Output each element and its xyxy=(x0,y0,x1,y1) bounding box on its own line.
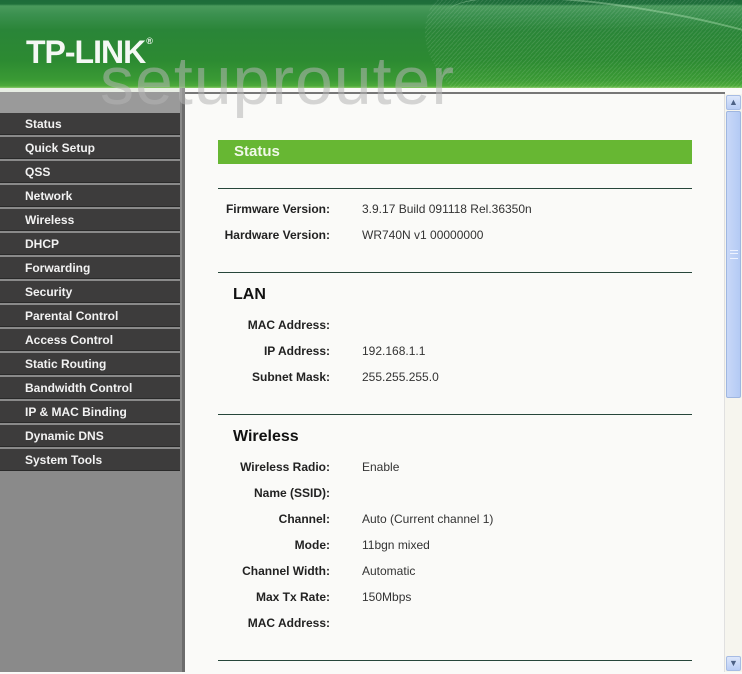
vertical-scrollbar[interactable]: ▲ ▼ xyxy=(724,94,742,672)
sidebar-item-parental-control[interactable]: Parental Control xyxy=(0,305,180,327)
main-content: Status Firmware Version: 3.9.17 Build 09… xyxy=(185,92,725,674)
sidebar-item-access-control[interactable]: Access Control xyxy=(0,329,180,351)
lan-section-title: LAN xyxy=(233,286,266,303)
lan-subnet-value: 255.255.255.0 xyxy=(362,370,439,384)
sidebar-item-static-routing[interactable]: Static Routing xyxy=(0,353,180,375)
firmware-value: 3.9.17 Build 091118 Rel.36350n xyxy=(362,202,532,216)
lan-ip-row: IP Address: 192.168.1.1 xyxy=(218,344,692,360)
sidebar-item-dhcp[interactable]: DHCP xyxy=(0,233,180,255)
lan-mac-label: MAC Address: xyxy=(247,318,330,332)
wireless-radio-row: Wireless Radio: Enable xyxy=(218,460,692,476)
sidebar-item-dynamic-dns[interactable]: Dynamic DNS xyxy=(0,425,180,447)
scroll-down-button[interactable]: ▼ xyxy=(726,656,741,671)
wireless-max-tx-row: Max Tx Rate: 150Mbps xyxy=(218,590,692,606)
hardware-value: WR740N v1 00000000 xyxy=(362,228,484,242)
section-divider xyxy=(218,414,692,415)
chevron-up-icon: ▲ xyxy=(729,97,738,107)
sidebar-item-ip-mac-binding[interactable]: IP & MAC Binding xyxy=(0,401,180,423)
wireless-channel-width-label: Channel Width: xyxy=(242,564,330,578)
header-banner: TP-LINK® xyxy=(0,0,742,88)
page-title: Status xyxy=(218,140,692,164)
sidebar-item-security[interactable]: Security xyxy=(0,281,180,303)
wireless-channel-label: Channel: xyxy=(278,512,330,526)
lan-mac-row: MAC Address: xyxy=(218,318,692,334)
firmware-label: Firmware Version: xyxy=(225,202,330,216)
firmware-row: Firmware Version: 3.9.17 Build 091118 Re… xyxy=(218,202,692,218)
sidebar-item-system-tools[interactable]: System Tools xyxy=(0,449,180,471)
section-divider xyxy=(218,660,692,661)
hardware-row: Hardware Version: WR740N v1 00000000 xyxy=(218,228,692,244)
lan-ip-label: IP Address: xyxy=(263,344,330,358)
wireless-channel-value: Auto (Current channel 1) xyxy=(362,512,494,526)
grip-icon xyxy=(730,250,738,259)
sidebar-item-qss[interactable]: QSS xyxy=(0,161,180,183)
wireless-section-title: Wireless xyxy=(233,428,299,445)
nav-menu: Status Quick Setup QSS Network Wireless … xyxy=(0,113,180,473)
sidebar-top-spacer xyxy=(0,88,180,113)
section-divider xyxy=(218,272,692,273)
logo-text: TP-LINK xyxy=(26,34,146,70)
hardware-label: Hardware Version: xyxy=(224,228,330,242)
wireless-radio-value: Enable xyxy=(362,460,400,474)
wireless-mac-row: MAC Address: xyxy=(218,616,692,632)
section-divider xyxy=(218,188,692,189)
wireless-max-tx-label: Max Tx Rate: xyxy=(255,590,330,604)
sidebar-item-network[interactable]: Network xyxy=(0,185,180,207)
registered-mark: ® xyxy=(146,36,153,46)
sidebar-item-quick-setup[interactable]: Quick Setup xyxy=(0,137,180,159)
wireless-radio-label: Wireless Radio: xyxy=(240,460,330,474)
lan-subnet-row: Subnet Mask: 255.255.255.0 xyxy=(218,370,692,386)
tp-link-logo: TP-LINK® xyxy=(26,34,153,71)
wireless-ssid-row: Name (SSID): xyxy=(218,486,692,502)
lan-ip-value: 192.168.1.1 xyxy=(362,344,426,358)
scrollbar-thumb[interactable] xyxy=(726,111,741,398)
scroll-up-button[interactable]: ▲ xyxy=(726,95,741,110)
wireless-mode-value: 11bgn mixed xyxy=(362,538,430,552)
wireless-ssid-label: Name (SSID): xyxy=(253,486,330,500)
wireless-mode-label: Mode: xyxy=(294,538,330,552)
sidebar-item-status[interactable]: Status xyxy=(0,113,180,135)
chevron-down-icon: ▼ xyxy=(729,658,738,668)
wireless-mac-label: MAC Address: xyxy=(247,616,330,630)
sidebar-item-wireless[interactable]: Wireless xyxy=(0,209,180,231)
sidebar-item-bandwidth-control[interactable]: Bandwidth Control xyxy=(0,377,180,399)
sidebar-nav: Status Quick Setup QSS Network Wireless … xyxy=(0,88,183,672)
wireless-mode-row: Mode: 11bgn mixed xyxy=(218,538,692,554)
sidebar-item-forwarding[interactable]: Forwarding xyxy=(0,257,180,279)
lan-subnet-label: Subnet Mask: xyxy=(251,370,330,384)
wireless-channel-width-row: Channel Width: Automatic xyxy=(218,564,692,580)
wireless-channel-width-value: Automatic xyxy=(362,564,416,578)
wireless-channel-row: Channel: Auto (Current channel 1) xyxy=(218,512,692,528)
wireless-max-tx-value: 150Mbps xyxy=(362,590,412,604)
